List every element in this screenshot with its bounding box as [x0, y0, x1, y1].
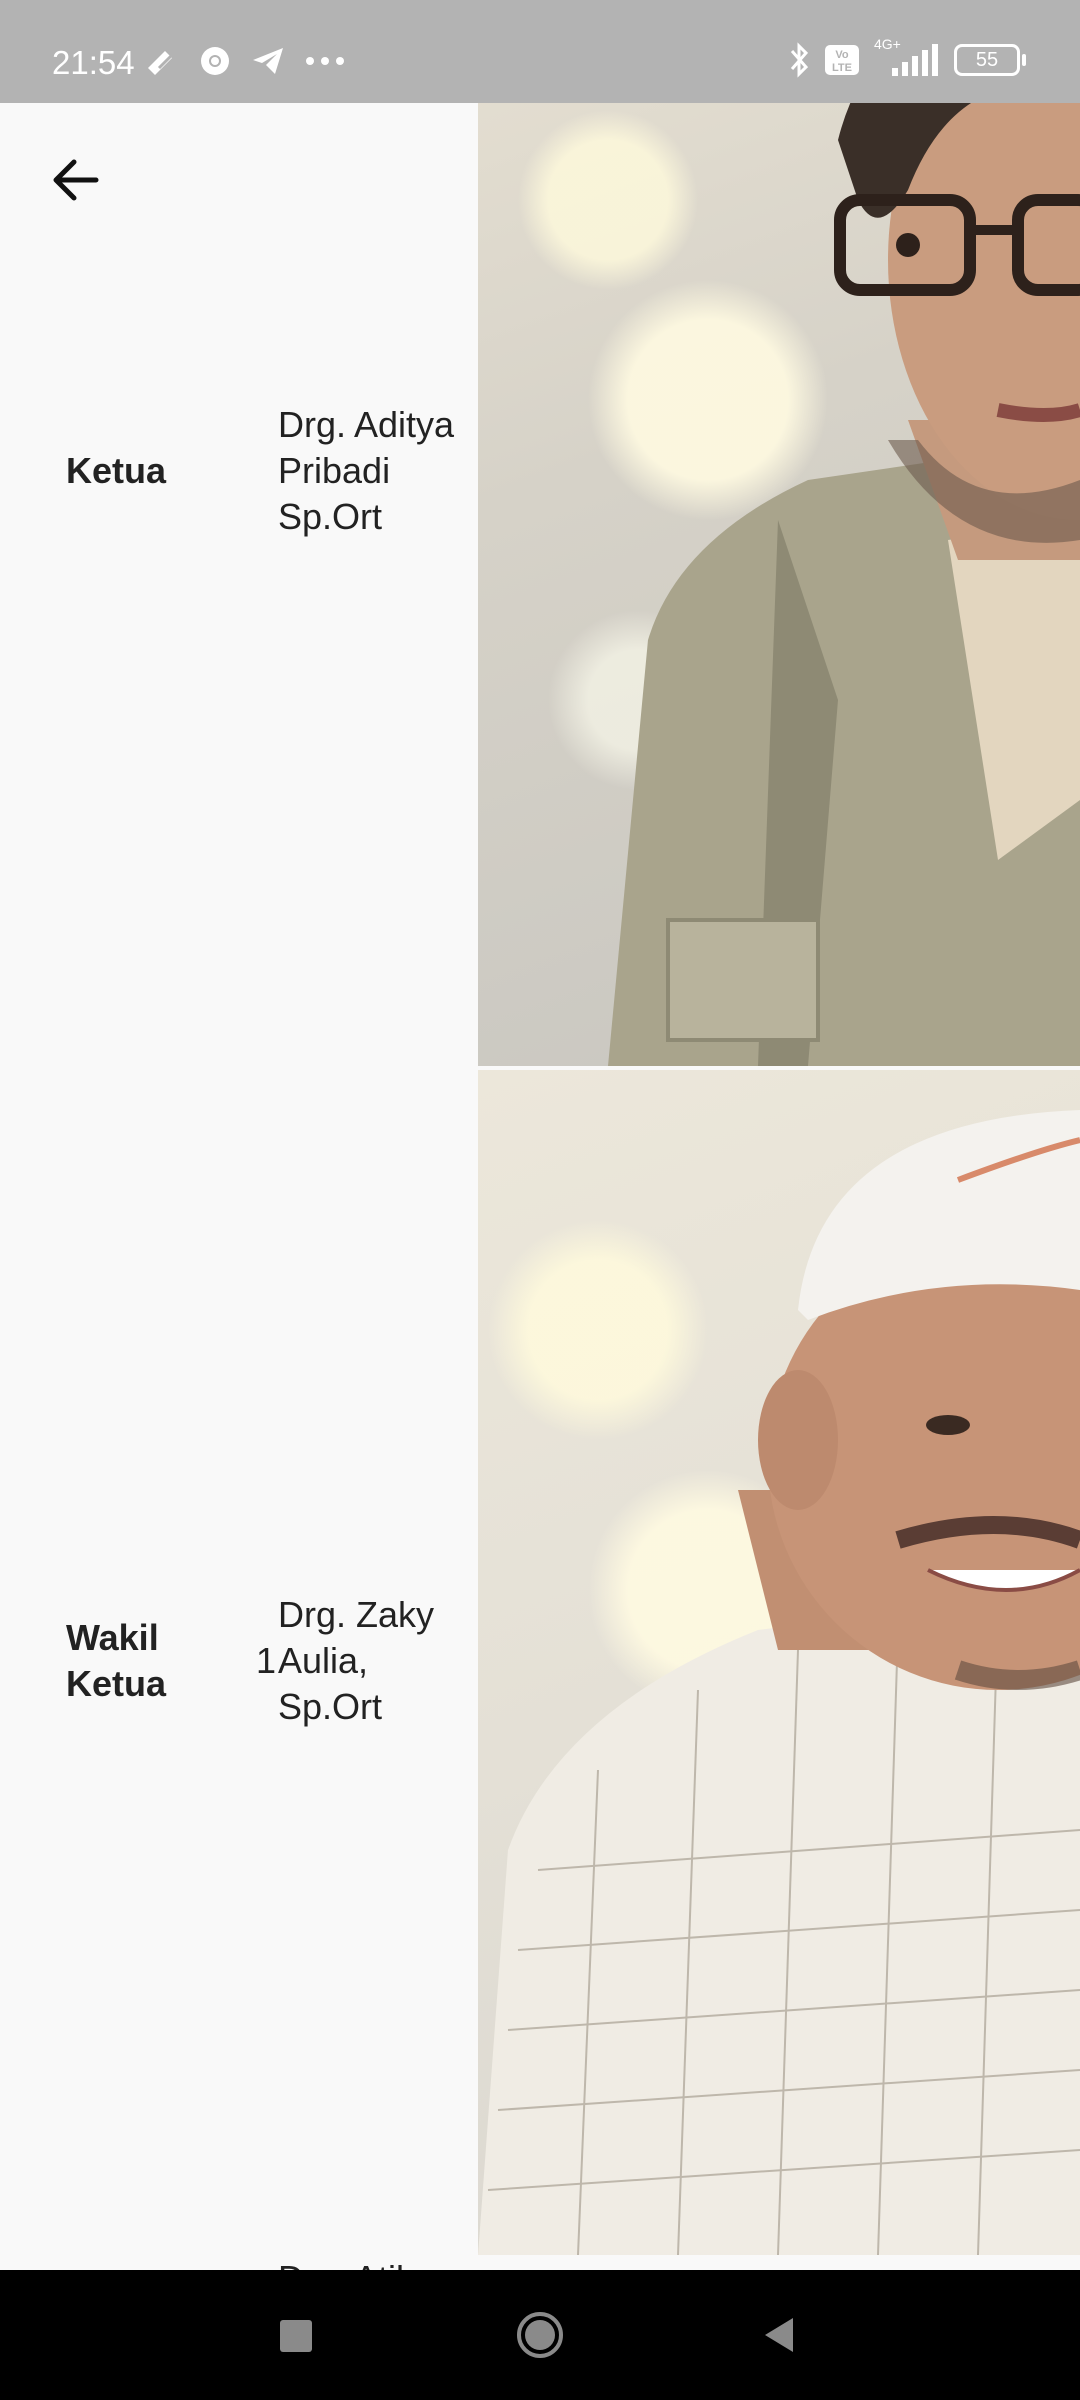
volte-icon: VoLTE: [825, 45, 859, 75]
signal-4g-icon: 4G+: [874, 36, 940, 78]
bluetooth-icon: [790, 42, 809, 78]
person-illustration: [608, 0, 1080, 1066]
role-label: Wakil Ketua: [66, 1617, 167, 1704]
svg-text:Vo: Vo: [835, 49, 849, 61]
recents-square-icon[interactable]: [270, 2310, 320, 2360]
row-number: 1: [256, 1640, 277, 1681]
person-illustration: [478, 1110, 1080, 2255]
svg-text:LTE: LTE: [832, 62, 852, 74]
status-right-icons: Vo LTE 4G+ 55: [788, 36, 1026, 78]
more-dots-icon: [306, 57, 344, 65]
arrow-left-icon[interactable]: [46, 150, 106, 210]
navigation-bar: [0, 2270, 1080, 2400]
status-bar: 21:54 Vo LTE 4G+ 55: [0, 0, 1080, 103]
chrome-icon: [201, 47, 229, 75]
telegram-icon: [253, 48, 283, 74]
status-time: 21:54: [52, 44, 135, 81]
battery-icon: 55: [954, 44, 1026, 76]
member-name: Drg. Aditya Pribadi Sp.Ort: [278, 404, 455, 537]
member-photo: [478, 0, 1080, 1066]
home-circle-icon[interactable]: [515, 2310, 565, 2360]
role-label: Ketua: [66, 450, 167, 491]
member-name: Drg. Zaky Aulia, Sp.Ort: [278, 1594, 435, 1727]
stylus-icon: [148, 51, 176, 75]
back-triangle-icon[interactable]: [755, 2310, 805, 2360]
member-photo: [478, 1070, 1080, 2255]
status-left-icons: [145, 45, 345, 77]
